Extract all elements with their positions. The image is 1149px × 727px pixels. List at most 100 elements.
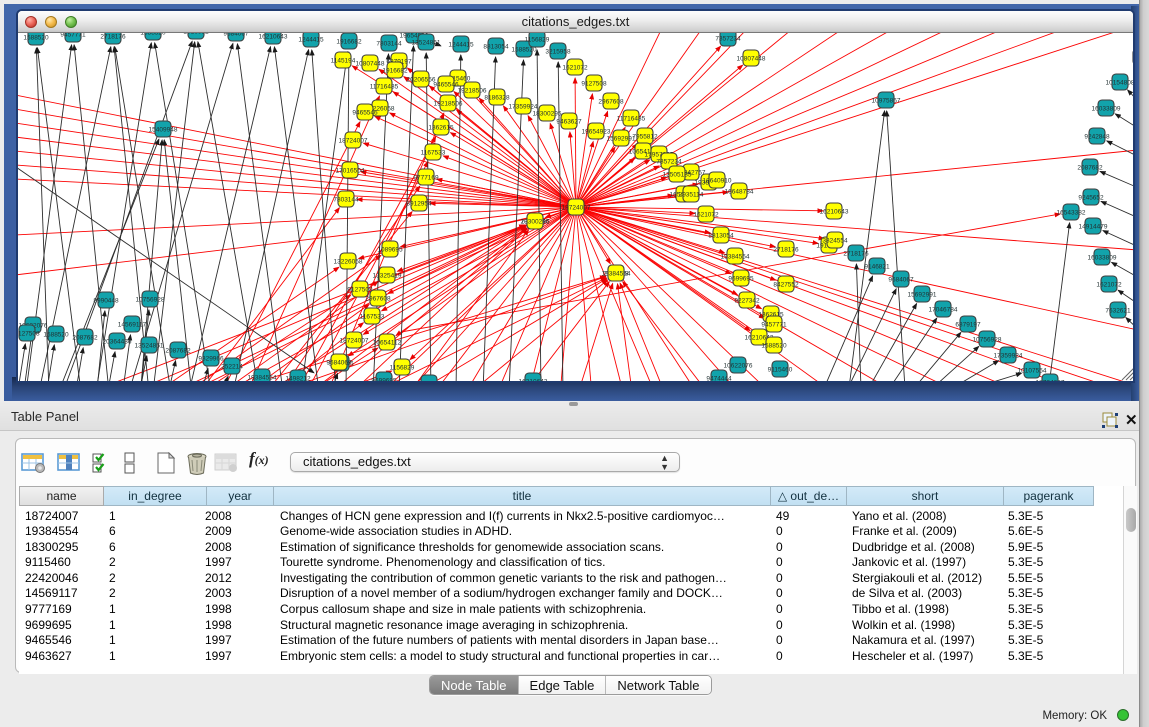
svg-text:9227342: 9227342 xyxy=(734,297,760,304)
svg-text:8813054: 8813054 xyxy=(483,43,509,50)
svg-text:10107554: 10107554 xyxy=(1018,367,1047,374)
svg-text:2718176: 2718176 xyxy=(773,246,799,253)
svg-text:19384554: 19384554 xyxy=(721,253,750,260)
svg-text:19384554: 19384554 xyxy=(248,374,277,381)
svg-text:19384554: 19384554 xyxy=(602,270,631,277)
svg-text:7955812: 7955812 xyxy=(632,133,658,140)
svg-text:10756928: 10756928 xyxy=(136,296,165,303)
svg-text:9115460: 9115460 xyxy=(768,366,793,373)
svg-text:12505185: 12505185 xyxy=(663,171,692,178)
svg-text:17016504: 17016504 xyxy=(336,167,365,174)
svg-text:9127508: 9127508 xyxy=(18,330,40,337)
svg-text:9699695: 9699695 xyxy=(728,275,754,282)
svg-text:6879197: 6879197 xyxy=(955,321,981,328)
svg-text:1244415: 1244415 xyxy=(448,41,474,48)
svg-text:1621072: 1621072 xyxy=(1096,281,1122,288)
svg-text:10654112: 10654112 xyxy=(373,339,402,346)
svg-text:19218506: 19218506 xyxy=(434,100,463,107)
svg-text:1621072: 1621072 xyxy=(693,211,719,218)
svg-text:2967608: 2967608 xyxy=(598,98,624,105)
svg-text:9242848: 9242848 xyxy=(1084,133,1110,140)
svg-text:9146821: 9146821 xyxy=(864,263,890,270)
svg-text:10622076: 10622076 xyxy=(724,362,753,369)
svg-text:18724007: 18724007 xyxy=(1036,379,1065,381)
svg-text:8813054: 8813054 xyxy=(708,232,734,239)
svg-text:16210643: 16210643 xyxy=(259,33,288,40)
svg-text:1156829: 1156829 xyxy=(525,36,550,43)
svg-text:16210643: 16210643 xyxy=(519,378,548,381)
svg-text:2087682: 2087682 xyxy=(165,347,191,354)
svg-text:1916682: 1916682 xyxy=(382,67,408,74)
svg-text:1145194: 1145194 xyxy=(331,57,356,64)
svg-text:16543382: 16543382 xyxy=(1057,209,1086,216)
svg-text:2718176: 2718176 xyxy=(843,250,869,257)
svg-text:17359924: 17359924 xyxy=(994,352,1023,359)
svg-text:3824554: 3824554 xyxy=(822,237,848,244)
svg-text:13226058: 13226058 xyxy=(334,258,363,265)
svg-text:13524861: 13524861 xyxy=(135,342,164,349)
svg-text:10154808: 10154808 xyxy=(1106,79,1133,86)
svg-text:2718176: 2718176 xyxy=(100,33,126,40)
svg-text:1167533: 1167533 xyxy=(421,149,446,156)
svg-text:2967608: 2967608 xyxy=(365,295,391,302)
svg-text:8427552: 8427552 xyxy=(773,281,799,288)
svg-text:1167533: 1167533 xyxy=(360,313,385,320)
svg-text:10975867: 10975867 xyxy=(872,97,901,104)
svg-text:19218506: 19218506 xyxy=(458,87,487,94)
svg-text:9465546: 9465546 xyxy=(352,109,378,116)
svg-text:10807448: 10807448 xyxy=(356,60,385,67)
svg-text:9465546: 9465546 xyxy=(433,81,459,88)
svg-text:18724007: 18724007 xyxy=(339,137,368,144)
svg-text:1621072: 1621072 xyxy=(562,64,588,71)
svg-text:2087682: 2087682 xyxy=(1077,164,1103,171)
svg-text:7803144: 7803144 xyxy=(376,40,402,47)
svg-text:1498212: 1498212 xyxy=(285,375,311,381)
svg-text:1588520: 1588520 xyxy=(23,34,49,41)
svg-text:9457771: 9457771 xyxy=(761,321,787,328)
svg-text:15409948: 15409948 xyxy=(149,126,178,133)
svg-text:1089695: 1089695 xyxy=(377,246,403,253)
svg-text:7357234: 7357234 xyxy=(656,158,682,165)
svg-text:9329966: 9329966 xyxy=(198,355,224,362)
svg-text:13524861: 13524861 xyxy=(412,39,441,46)
svg-text:2087682: 2087682 xyxy=(72,334,98,341)
svg-text:2935114: 2935114 xyxy=(679,191,704,198)
svg-text:14569117: 14569117 xyxy=(118,321,147,328)
svg-text:17046784: 17046784 xyxy=(929,306,958,313)
svg-text:9245652: 9245652 xyxy=(1078,194,1104,201)
svg-text:9127508: 9127508 xyxy=(347,286,373,293)
svg-text:22420046: 22420046 xyxy=(415,380,444,381)
svg-text:20364436: 20364436 xyxy=(103,338,132,345)
svg-text:1588520: 1588520 xyxy=(761,342,787,349)
svg-text:7803144: 7803144 xyxy=(333,196,359,203)
svg-text:1156829: 1156829 xyxy=(390,364,415,371)
svg-text:9684067: 9684067 xyxy=(326,359,352,366)
svg-text:1588520: 1588520 xyxy=(43,331,69,338)
svg-text:10807448: 10807448 xyxy=(737,55,766,62)
svg-text:9474444: 9474444 xyxy=(706,375,732,381)
svg-text:16033809: 16033809 xyxy=(1088,254,1117,261)
svg-text:1362615: 1362615 xyxy=(428,124,454,131)
svg-text:3215958: 3215958 xyxy=(545,48,571,55)
svg-text:1244415: 1244415 xyxy=(298,36,324,43)
svg-text:10756928: 10756928 xyxy=(973,336,1002,343)
svg-text:7632621: 7632621 xyxy=(1105,307,1131,314)
svg-text:9777169: 9777169 xyxy=(413,174,439,181)
svg-text:8990448: 8990448 xyxy=(93,297,119,304)
svg-text:15692991: 15692991 xyxy=(908,291,937,298)
svg-text:16033809: 16033809 xyxy=(1092,105,1121,112)
svg-text:8186328: 8186328 xyxy=(484,94,510,101)
svg-text:18724007: 18724007 xyxy=(562,204,591,211)
svg-text:9463627: 9463627 xyxy=(556,118,582,125)
svg-text:9684067: 9684067 xyxy=(888,276,914,283)
svg-text:8912954: 8912954 xyxy=(406,200,432,207)
svg-text:18640910: 18640910 xyxy=(703,177,732,184)
svg-text:11716485: 11716485 xyxy=(370,83,399,90)
svg-text:13325419: 13325419 xyxy=(373,272,402,279)
svg-text:16648784: 16648784 xyxy=(725,188,754,195)
svg-text:16210643: 16210643 xyxy=(820,208,849,215)
svg-text:1916682: 1916682 xyxy=(336,38,362,45)
svg-text:20206556: 20206556 xyxy=(407,76,436,83)
svg-text:18300295: 18300295 xyxy=(521,218,550,225)
svg-text:9127508: 9127508 xyxy=(581,80,607,87)
